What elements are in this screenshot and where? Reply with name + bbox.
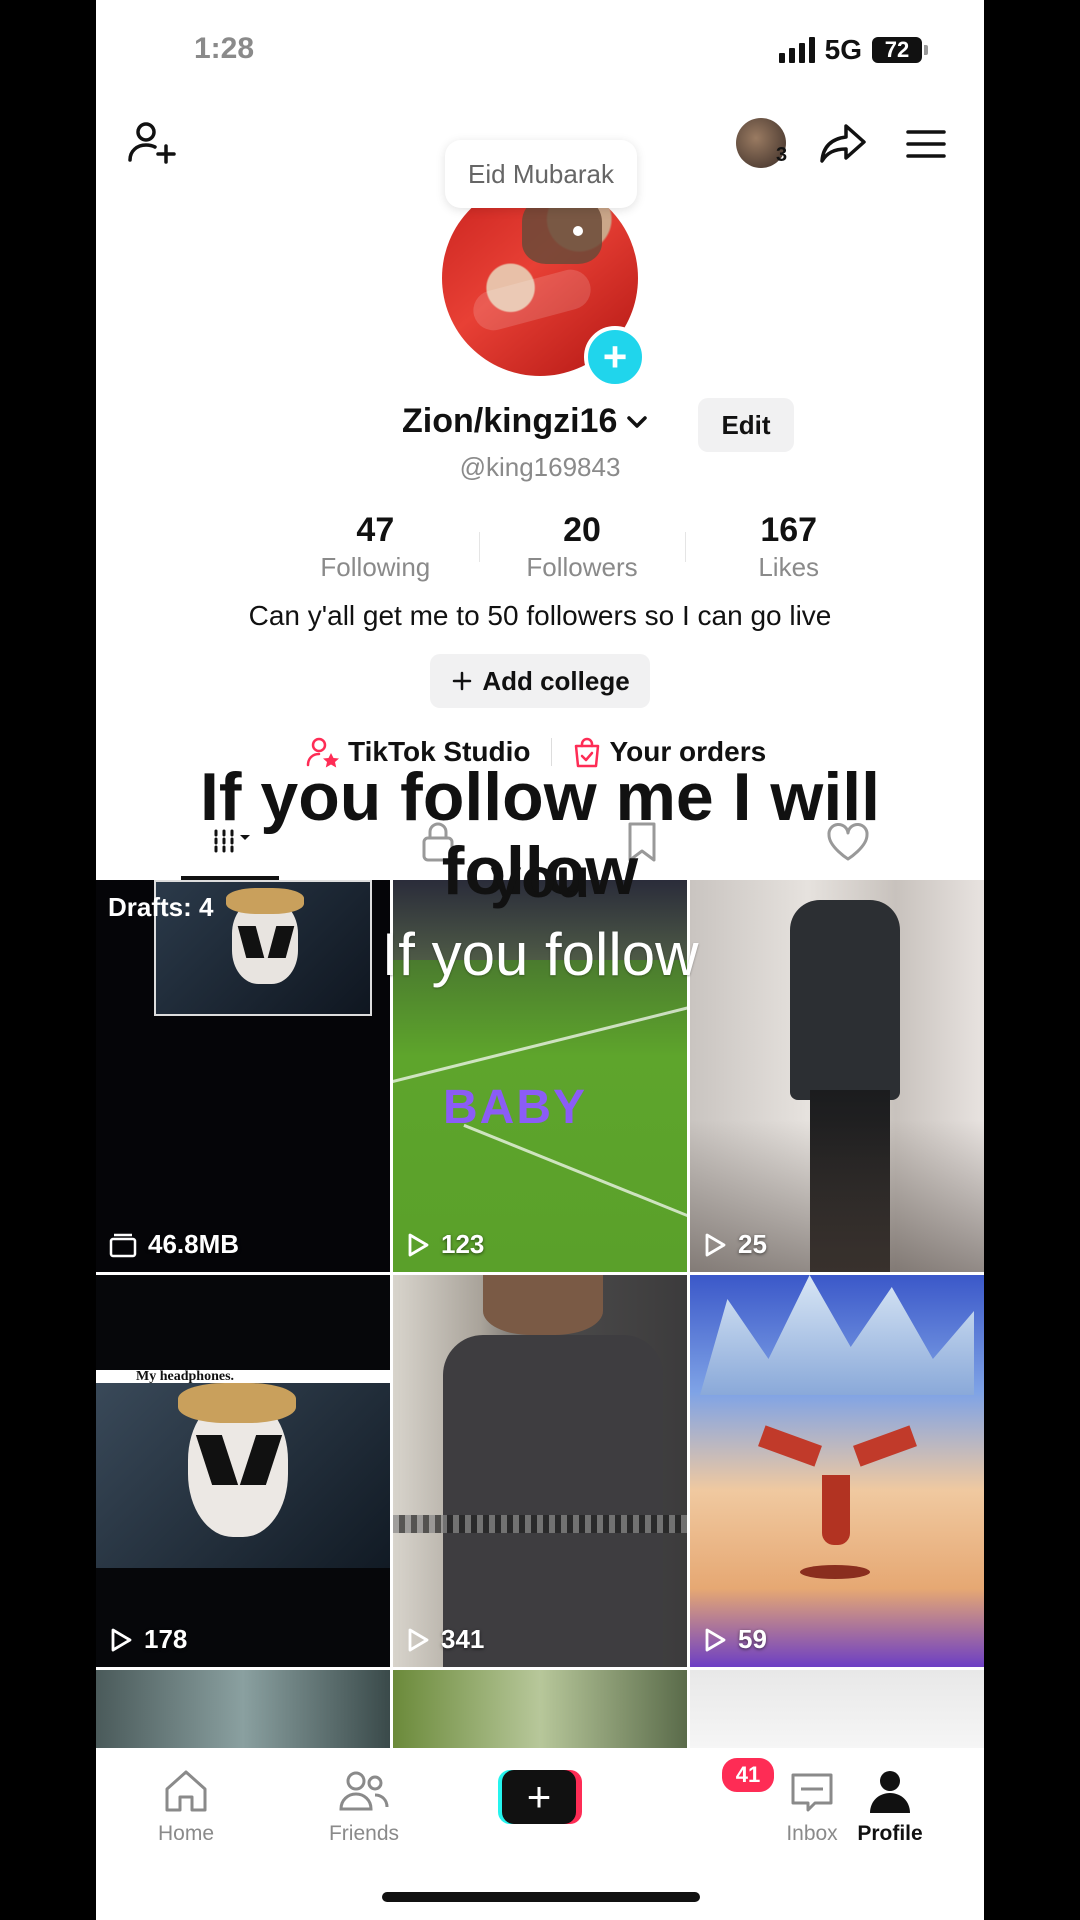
nav-home-label: Home [157, 1822, 215, 1845]
play-icon [705, 1233, 726, 1256]
following-count: 47 [356, 511, 395, 549]
tile-stat: 341 [405, 1624, 484, 1655]
followers-label: Followers [526, 552, 638, 582]
tiktok-profile-screen: 1:28 5G 72 Eid Mubarak 3 + Zion/kingzi16… [96, 0, 984, 1920]
likes-label: Likes [758, 552, 820, 582]
menu-icon[interactable] [900, 118, 952, 170]
status-time: 1:28 [194, 32, 255, 65]
plus-icon [453, 671, 472, 691]
video-tile[interactable] [690, 1670, 984, 1750]
nav-friends[interactable]: Friends [304, 1764, 424, 1846]
status-indicators: 5G 72 [778, 34, 928, 66]
nav-home[interactable]: Home [126, 1764, 246, 1846]
avatar-dot [573, 226, 583, 236]
video-tile[interactable]: 59 [690, 1275, 984, 1667]
home-indicator [382, 1892, 700, 1902]
video-tile[interactable] [96, 1670, 390, 1750]
view-count: 25 [738, 1229, 767, 1259]
overlay-caption-2: you [490, 846, 590, 909]
play-icon [705, 1628, 726, 1651]
video-tile[interactable]: My headphones. 178 [96, 1275, 390, 1667]
stat-followers[interactable]: 20 Followers [478, 510, 686, 584]
profile-bio: Can y'all get me to 50 followers so I ca… [248, 600, 832, 631]
tile-stat: 46.8MB [108, 1229, 239, 1260]
tile-stat: 123 [405, 1229, 484, 1260]
view-count: 123 [441, 1229, 485, 1259]
view-count: 59 [738, 1624, 767, 1654]
video-tile[interactable]: 341 [393, 1275, 687, 1667]
friends-icon [339, 1771, 389, 1811]
play-icon [408, 1628, 429, 1651]
chevron-down-icon [627, 415, 648, 428]
overlay-caption-3: If you follow [381, 921, 699, 988]
home-icon [165, 1770, 207, 1812]
view-count: 178 [144, 1624, 188, 1654]
display-name: Zion/kingzi16 [402, 402, 618, 440]
add-avatar-button[interactable]: + [584, 326, 646, 388]
story-count: 3 [776, 144, 788, 166]
stat-following[interactable]: 47 Following [272, 510, 479, 584]
add-college-label: Add college [482, 665, 630, 696]
video-caption: BABY [443, 1081, 588, 1134]
add-college-button[interactable]: Add college [430, 654, 650, 708]
display-name-row[interactable]: Zion/kingzi16 [402, 402, 651, 441]
view-count: 341 [441, 1624, 485, 1654]
battery-level: 72 [872, 37, 922, 63]
network-type: 5G [824, 34, 862, 65]
drafts-size: 46.8MB [148, 1229, 240, 1259]
nav-friends-label: Friends [328, 1822, 400, 1845]
username: @king169843 [459, 452, 621, 482]
following-label: Following [320, 552, 431, 582]
profile-stats: 47 Following 20 Followers 167 Likes [272, 510, 892, 584]
drafts-icon [109, 1233, 137, 1257]
followers-count: 20 [563, 511, 601, 549]
play-icon [111, 1628, 132, 1651]
share-icon[interactable] [818, 118, 870, 170]
add-friend-icon[interactable] [126, 118, 178, 170]
plus-icon: + [502, 1770, 576, 1824]
edit-profile-button[interactable]: Edit [698, 398, 794, 452]
stat-likes[interactable]: 167 Likes [685, 510, 892, 584]
nav-profile[interactable]: Profile [830, 1764, 950, 1846]
tile-stat: 178 [108, 1624, 187, 1655]
play-icon [408, 1233, 429, 1256]
profile-icon [870, 1771, 910, 1813]
signal-icon [778, 37, 815, 63]
likes-count: 167 [760, 511, 818, 549]
status-bubble[interactable]: Eid Mubarak [445, 140, 637, 208]
video-tile[interactable] [393, 1670, 687, 1750]
battery-icon: 72 [872, 37, 928, 63]
nav-profile-label: Profile [857, 1822, 923, 1845]
inbox-badge: 41 [720, 1756, 776, 1794]
create-button[interactable]: + [498, 1770, 582, 1824]
tile-stat: 25 [702, 1229, 767, 1260]
tile-stat: 59 [702, 1624, 767, 1655]
